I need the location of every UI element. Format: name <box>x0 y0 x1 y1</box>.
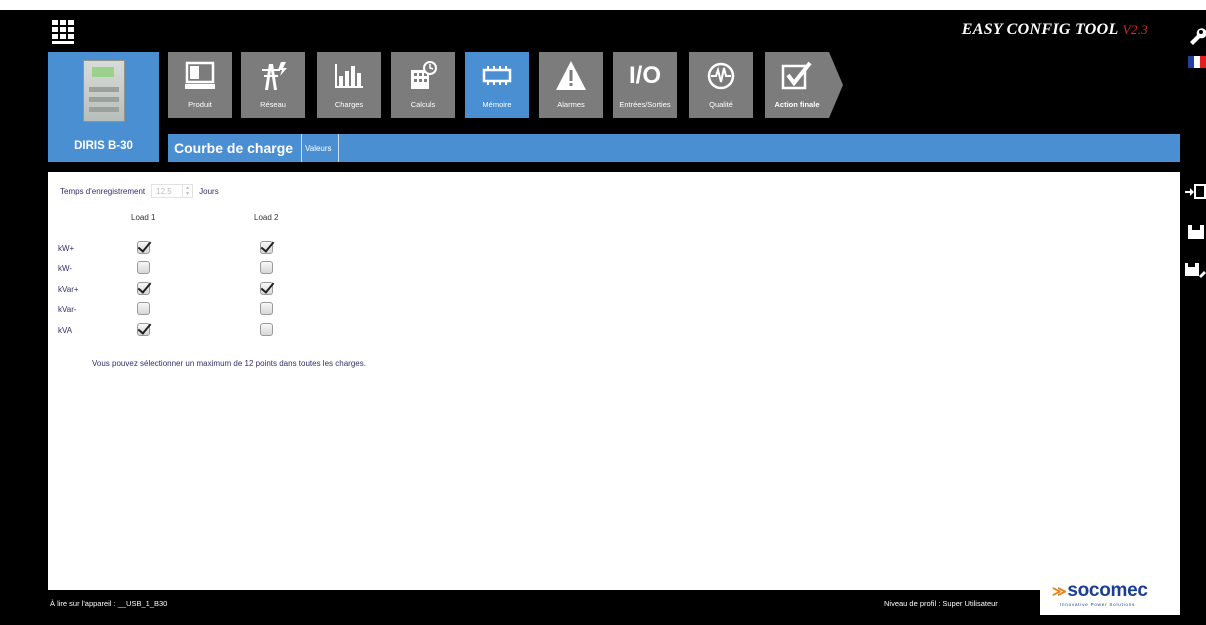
nav-label: Produit <box>188 100 212 109</box>
recording-time-unit: Jours <box>199 186 219 196</box>
device-read-status: À lire sur l'appareil : __USB_1_B30 <box>50 599 168 608</box>
app-window: EASY CONFIG TOOL V2.3 DIRIS B-30 Produit… <box>0 10 1206 625</box>
nav-label: Alarmes <box>557 100 585 109</box>
device-module-image <box>83 60 125 122</box>
row-label-kvar-minus: kVar- <box>58 305 77 314</box>
config-nav: Produit Réseau Charges Calculs Mémoire A… <box>168 52 858 118</box>
recording-time-label: Temps d'enregistrement <box>60 186 146 196</box>
profile-level: Niveau de profil : Super Utilisateur <box>884 599 998 608</box>
recording-time-spinner[interactable]: 12.5 ▲ ▼ <box>151 184 194 198</box>
nav-item-entrees-sorties[interactable]: I/O Entrées/Sorties <box>613 52 677 118</box>
nav-item-qualite[interactable]: Qualité <box>689 52 753 118</box>
device-tile[interactable]: DIRIS B-30 <box>48 52 159 162</box>
selection-limit-note: Vous pouvez sélectionner un maximum de 1… <box>92 359 366 368</box>
content-panel: Temps d'enregistrement 12.5 ▲ ▼ Jours Loa… <box>48 172 1180 590</box>
nav-label: Calculs <box>410 100 436 109</box>
wrench-icon[interactable] <box>1184 26 1206 46</box>
nav-item-alarmes[interactable]: Alarmes <box>539 52 603 118</box>
save-as-icon[interactable] <box>1184 260 1206 280</box>
waveform-icon <box>689 56 753 96</box>
bar-chart-icon <box>317 56 381 96</box>
save-icon[interactable] <box>1184 222 1206 242</box>
nav-label: Action finale <box>774 100 820 109</box>
nav-item-produit[interactable]: Produit <box>168 52 232 118</box>
brand-name: ≫socomec <box>1052 580 1148 601</box>
brand-mark-icon: ≫ <box>1052 583 1067 599</box>
nav-end-arrow <box>829 52 843 118</box>
checkbox-load1-kw-minus[interactable] <box>137 261 150 274</box>
io-icon: I/O <box>628 62 661 89</box>
checkbox-load1-kvar-minus[interactable] <box>137 302 150 315</box>
checkbox-load2-kvar-plus[interactable] <box>260 282 273 295</box>
column-header-load-1: Load 1 <box>131 213 156 222</box>
row-label-kvar-plus: kVar+ <box>58 285 79 294</box>
nav-item-reseau[interactable]: Réseau <box>241 52 305 118</box>
checkbox-load2-kw-plus[interactable] <box>260 241 273 254</box>
recording-time-value: 12.5 <box>156 186 172 196</box>
nav-item-action-finale[interactable]: Action finale <box>765 52 829 118</box>
app-title-text: EASY CONFIG TOOL <box>961 21 1119 38</box>
checkmark-icon <box>765 56 829 96</box>
tab-courbe-de-charge[interactable]: Courbe de charge <box>174 134 303 162</box>
grid-menu-icon[interactable] <box>52 20 74 46</box>
nav-item-charges[interactable]: Charges <box>317 52 381 118</box>
monitor-icon <box>168 56 232 96</box>
checkbox-load1-kw-plus[interactable] <box>137 241 150 254</box>
checkbox-load2-kva[interactable] <box>260 323 273 336</box>
brand-tagline: Innovative Power Solutions <box>1060 602 1136 607</box>
row-label-kva: kVA <box>58 326 73 335</box>
checkbox-load1-kva[interactable] <box>137 323 150 336</box>
warning-icon <box>539 56 603 96</box>
row-label-kw-plus: kW+ <box>58 244 75 253</box>
memory-chip-icon <box>465 56 529 96</box>
nav-label: Entrées/Sorties <box>619 100 671 109</box>
send-to-device-icon[interactable] <box>1184 182 1206 202</box>
recording-time-row: Temps d'enregistrement 12.5 ▲ ▼ Jours <box>60 184 219 198</box>
pylon-icon <box>241 56 305 96</box>
checkbox-load1-kvar-plus[interactable] <box>137 282 150 295</box>
device-name: DIRIS B-30 <box>74 140 133 152</box>
nav-item-calculs[interactable]: Calculs <box>391 52 455 118</box>
checkbox-load2-kw-minus[interactable] <box>260 261 273 274</box>
nav-item-memoire[interactable]: Mémoire <box>465 52 529 118</box>
nav-label: Réseau <box>260 100 286 109</box>
row-label-kw-minus: kW- <box>58 264 73 273</box>
column-header-load-2: Load 2 <box>254 213 279 222</box>
nav-label: Charges <box>334 100 364 109</box>
flag-fr-icon[interactable] <box>1184 55 1206 75</box>
nav-label: Mémoire <box>482 100 512 109</box>
tab-valeurs[interactable]: Valeurs <box>299 134 339 162</box>
nav-label: Qualité <box>709 100 733 109</box>
tab-bar: Courbe de charge Valeurs <box>168 134 1180 162</box>
socomec-logo: ≫socomec Innovative Power Solutions <box>1040 577 1180 615</box>
calculator-icon <box>391 56 455 96</box>
spinner-arrows-icon[interactable]: ▲ ▼ <box>182 185 192 197</box>
app-title: EASY CONFIG TOOL V2.3 <box>962 21 1148 39</box>
checkbox-load2-kvar-minus[interactable] <box>260 302 273 315</box>
version-label: V2.3 <box>1122 22 1148 37</box>
